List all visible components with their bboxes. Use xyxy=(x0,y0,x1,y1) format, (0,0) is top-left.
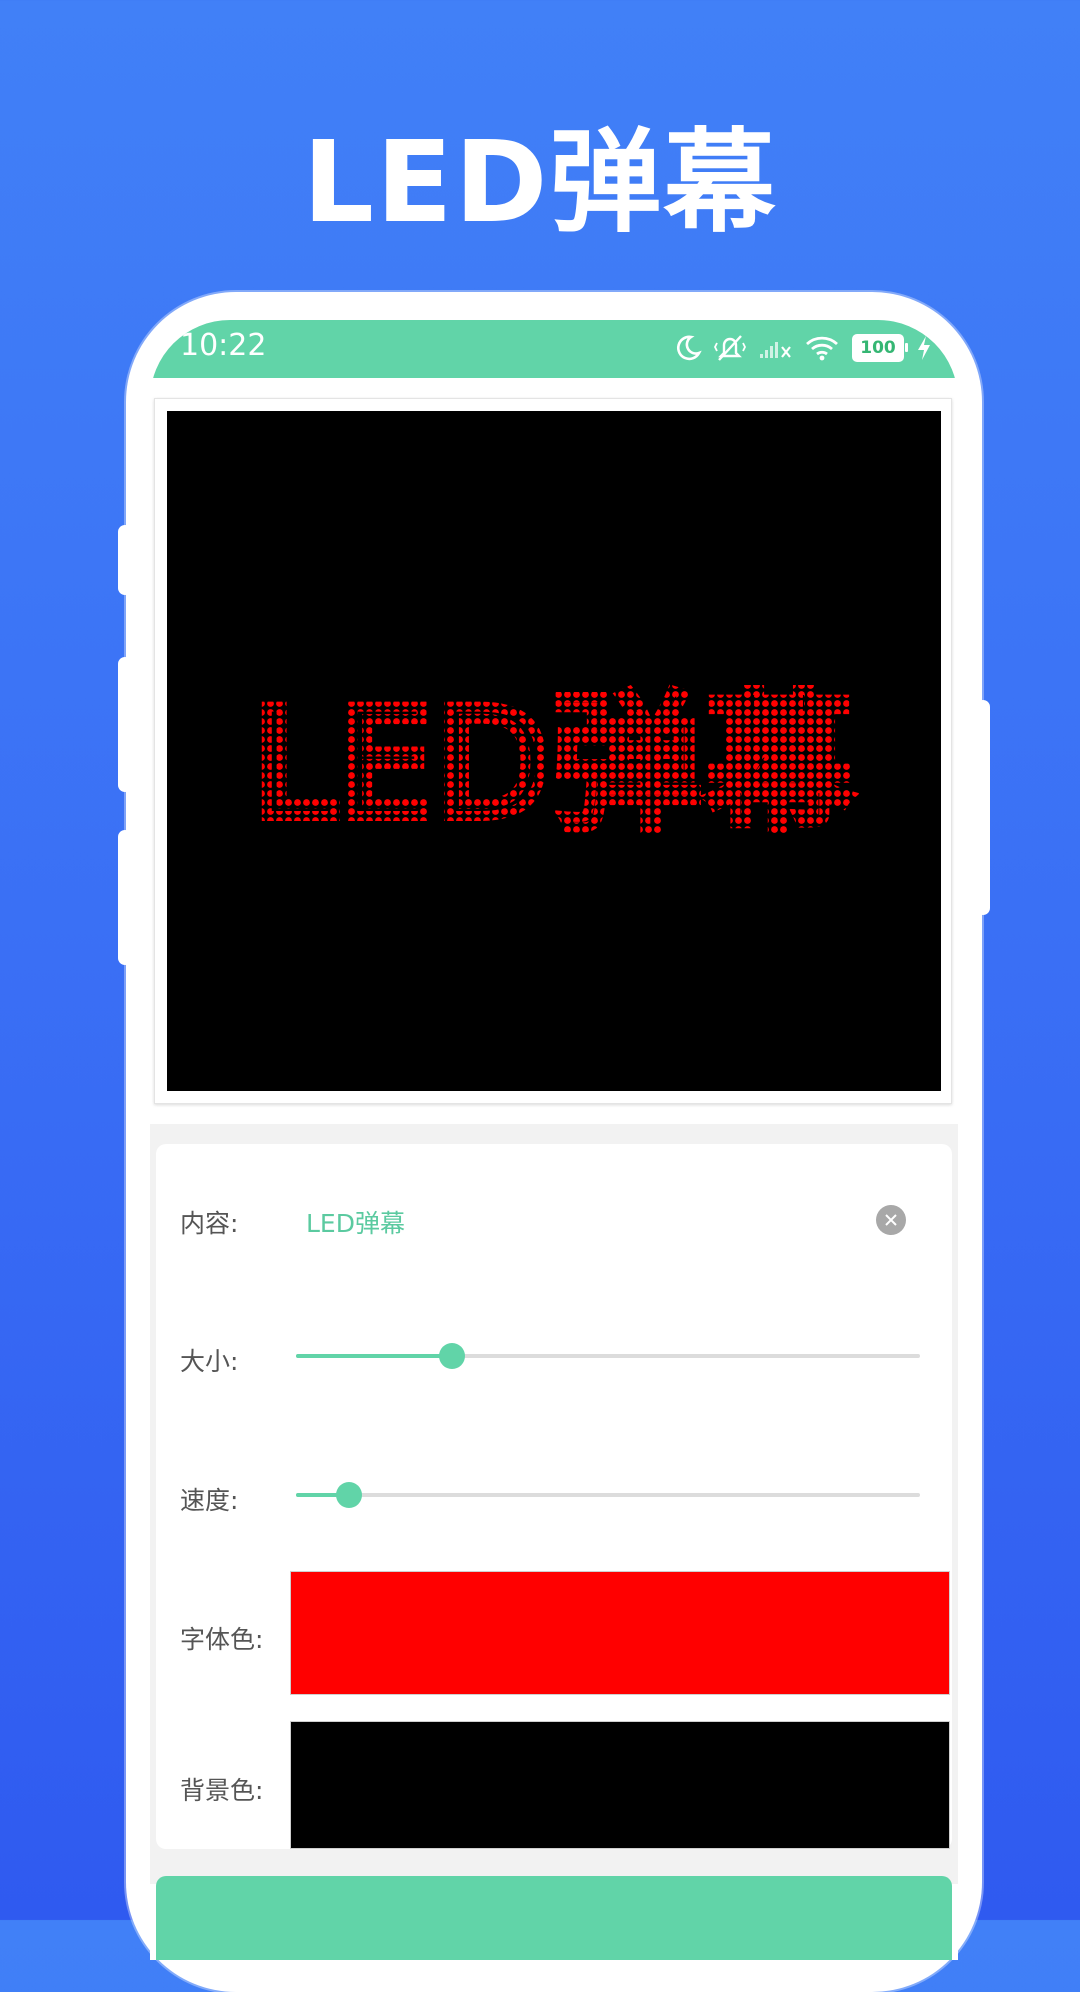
status-time: 10:22 xyxy=(180,328,267,363)
size-slider-fill xyxy=(296,1354,452,1358)
size-label: 大小: xyxy=(180,1347,239,1376)
content-label: 内容: xyxy=(180,1209,239,1238)
phone-volume-down-button xyxy=(118,830,132,965)
led-preview-frame: LED弹幕 xyxy=(154,398,952,1104)
speed-slider-track xyxy=(296,1493,920,1497)
speed-label: 速度: xyxy=(180,1486,239,1515)
speed-slider-thumb[interactable] xyxy=(336,1482,363,1508)
phone-power-button xyxy=(976,700,990,915)
speed-slider[interactable] xyxy=(296,1480,920,1510)
phone-side-button xyxy=(118,525,132,595)
content-input[interactable]: LED弹幕 xyxy=(306,1204,405,1240)
status-icons: 100 xyxy=(674,328,932,368)
clear-content-button[interactable] xyxy=(876,1205,906,1235)
phone-volume-up-button xyxy=(118,657,132,792)
start-button[interactable] xyxy=(156,1876,952,1960)
bg-color-swatch[interactable] xyxy=(290,1721,950,1849)
signal-off-icon xyxy=(758,335,792,361)
phone-screen: 10:22 100 内容: LED弹幕 大小: 速度: 字体色: 背景色: xyxy=(150,320,958,1960)
size-slider-thumb[interactable] xyxy=(439,1343,465,1369)
mute-vibrate-icon xyxy=(714,333,746,363)
wifi-icon xyxy=(804,334,840,362)
size-slider[interactable] xyxy=(296,1341,920,1371)
controls-card: 内容: LED弹幕 大小: 速度: 字体色: 背景色: xyxy=(156,1144,952,1849)
led-preview-panel[interactable]: LED弹幕 xyxy=(167,411,941,1091)
status-bar: 10:22 100 xyxy=(150,320,958,378)
close-icon xyxy=(885,1214,897,1226)
promo-title: LED弹幕 xyxy=(302,118,778,248)
bg-color-label: 背景色: xyxy=(180,1776,264,1805)
led-preview-text: LED弹幕 xyxy=(167,411,941,1091)
battery-level: 100 xyxy=(860,338,896,358)
battery-icon: 100 xyxy=(852,334,908,362)
font-color-swatch[interactable] xyxy=(290,1571,950,1695)
moon-icon xyxy=(674,334,702,362)
charging-icon xyxy=(916,335,932,361)
font-color-label: 字体色: xyxy=(180,1625,264,1654)
